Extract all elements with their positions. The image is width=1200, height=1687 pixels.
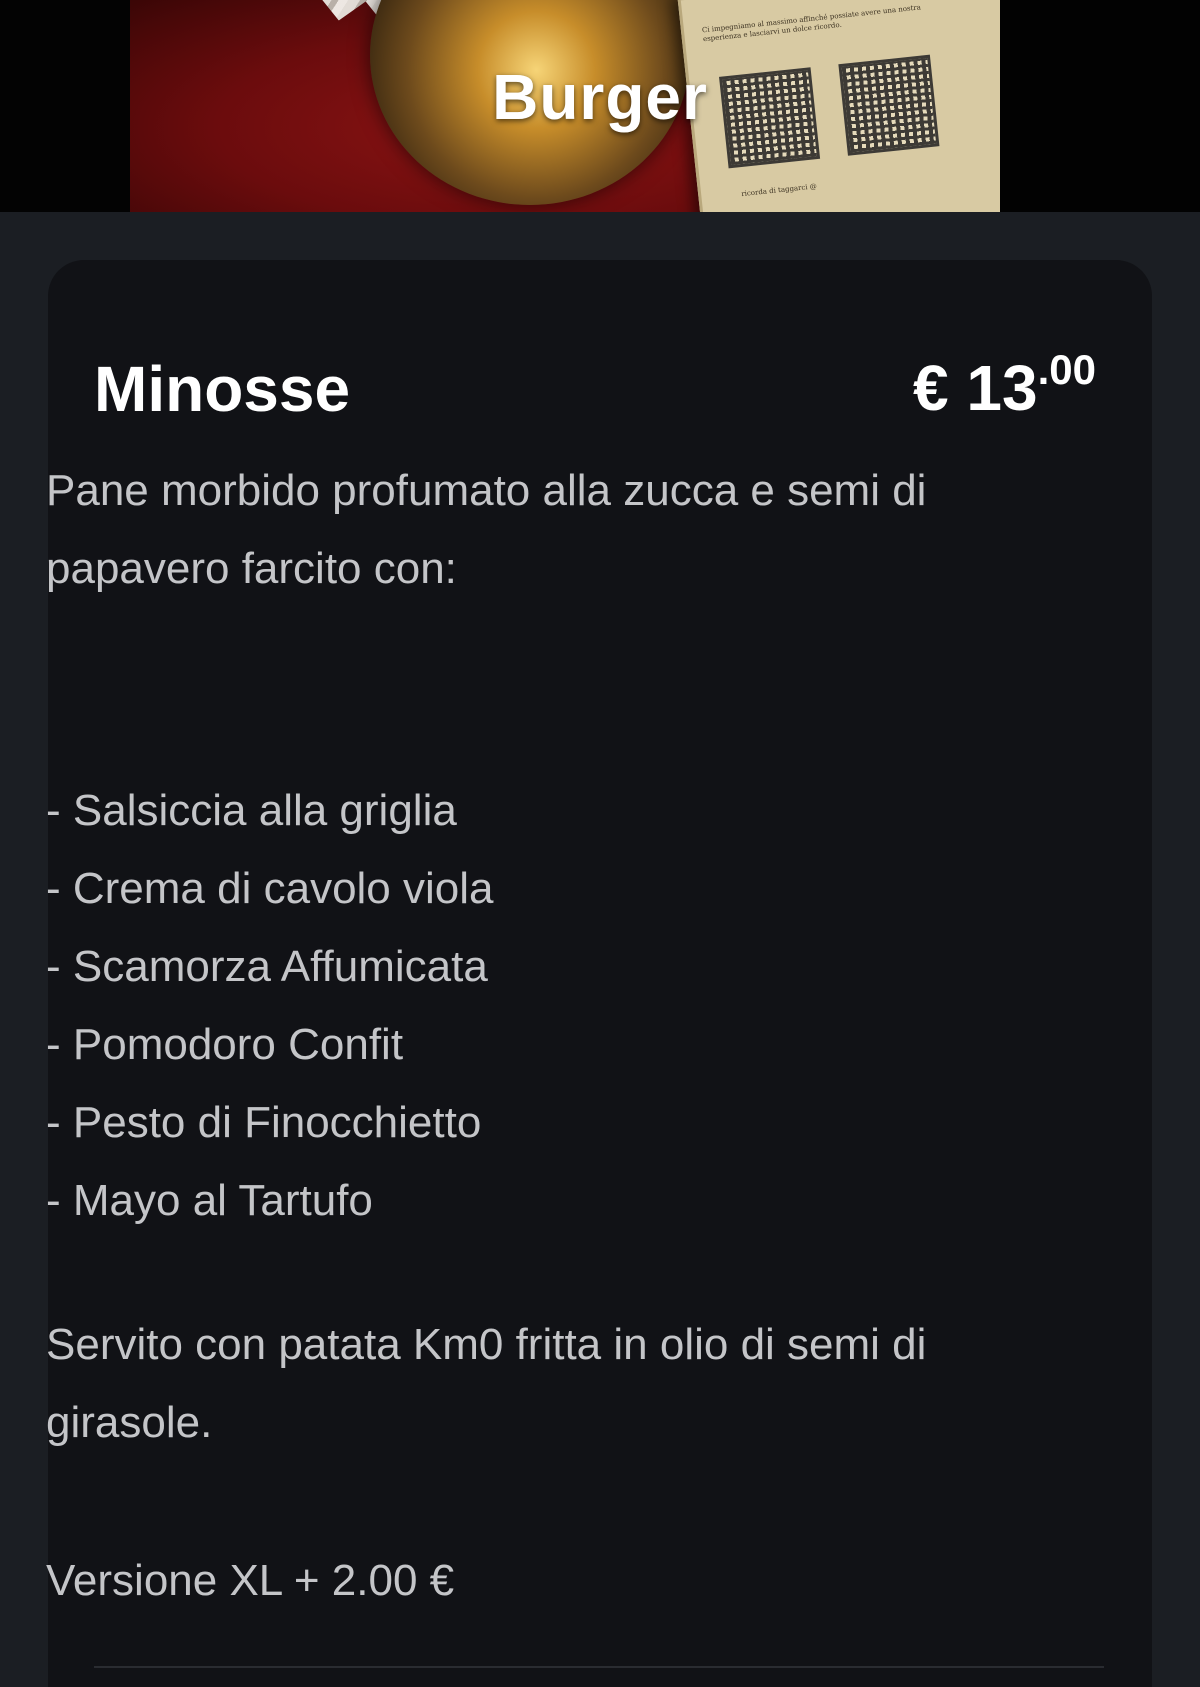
item-price: € 13.00	[913, 346, 1096, 425]
ingredient-list: - Salsiccia alla griglia - Crema di cavo…	[46, 772, 1056, 1240]
qr-card-footer: ricorda di taggarci @	[740, 182, 818, 199]
item-served-note: Servito con patata Km0 fritta in olio di…	[46, 1320, 927, 1447]
menu-page: Ci impegniamo al massimo affinché possia…	[0, 0, 1200, 1687]
item-description-intro: Pane morbido profumato alla zucca e semi…	[46, 466, 927, 593]
ingredient-item: - Pomodoro Confit	[46, 1020, 404, 1069]
category-header-banner: Ci impegniamo al massimo affinché possia…	[0, 0, 1200, 212]
card-divider	[94, 1666, 1104, 1668]
ingredient-item: - Scamorza Affumicata	[46, 942, 488, 991]
ingredient-item: - Pesto di Finocchietto	[46, 1098, 482, 1147]
ingredient-item: - Crema di cavolo viola	[46, 864, 494, 913]
ingredient-item: - Mayo al Tartufo	[46, 1176, 373, 1225]
category-title: Burger	[492, 61, 708, 133]
ingredient-item: - Salsiccia alla griglia	[46, 786, 457, 835]
price-main: € 13	[913, 352, 1038, 424]
item-name: Minosse	[94, 353, 351, 425]
item-xl-option: Versione XL + 2.00 €	[46, 1556, 455, 1605]
price-cents: .00	[1037, 346, 1096, 393]
qr-card-text: Ci impegniamo al massimo affinché possia…	[701, 3, 922, 44]
